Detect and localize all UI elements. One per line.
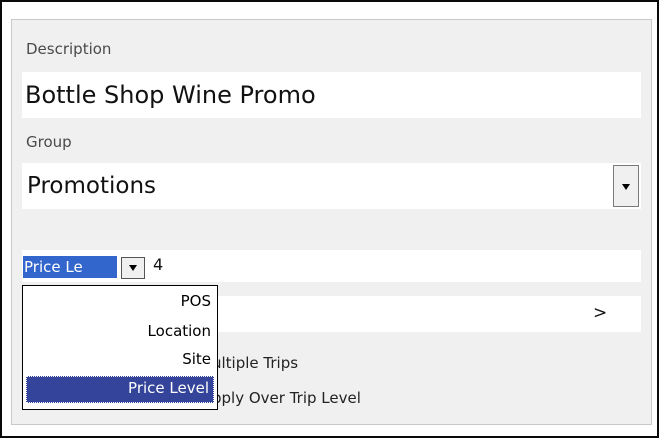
chevron-down-icon <box>622 184 630 190</box>
description-label: Description <box>26 40 112 58</box>
group-dropdown-button[interactable] <box>613 165 639 207</box>
group-label: Group <box>26 133 72 151</box>
price-number-value[interactable]: 4 <box>153 255 163 274</box>
next-arrow[interactable]: > <box>593 303 607 323</box>
price-type-dropdown-list: POS Location Site Price Level <box>22 285 218 410</box>
group-value: Promotions <box>27 173 157 199</box>
dropdown-option-price-level[interactable]: Price Level <box>26 376 214 403</box>
dropdown-option-pos[interactable]: POS <box>181 292 211 310</box>
dropdown-option-location[interactable]: Location <box>148 322 211 340</box>
price-type-dropdown-button[interactable] <box>121 257 145 279</box>
description-value: Bottle Shop Wine Promo <box>25 81 316 109</box>
apply-over-trip-level-label: pply Over Trip Level <box>212 389 361 407</box>
description-field[interactable]: Bottle Shop Wine Promo <box>22 72 641 118</box>
price-type-selected-text[interactable]: Price Le <box>23 256 117 278</box>
dropdown-option-price-level-label: Price Level <box>128 379 209 397</box>
chevron-down-icon <box>129 265 137 271</box>
group-select[interactable]: Promotions <box>22 163 641 209</box>
trip-row-field[interactable]: > <box>218 296 641 332</box>
dropdown-option-site[interactable]: Site <box>182 350 211 368</box>
multiple-trips-label: ultiple Trips <box>212 354 299 372</box>
